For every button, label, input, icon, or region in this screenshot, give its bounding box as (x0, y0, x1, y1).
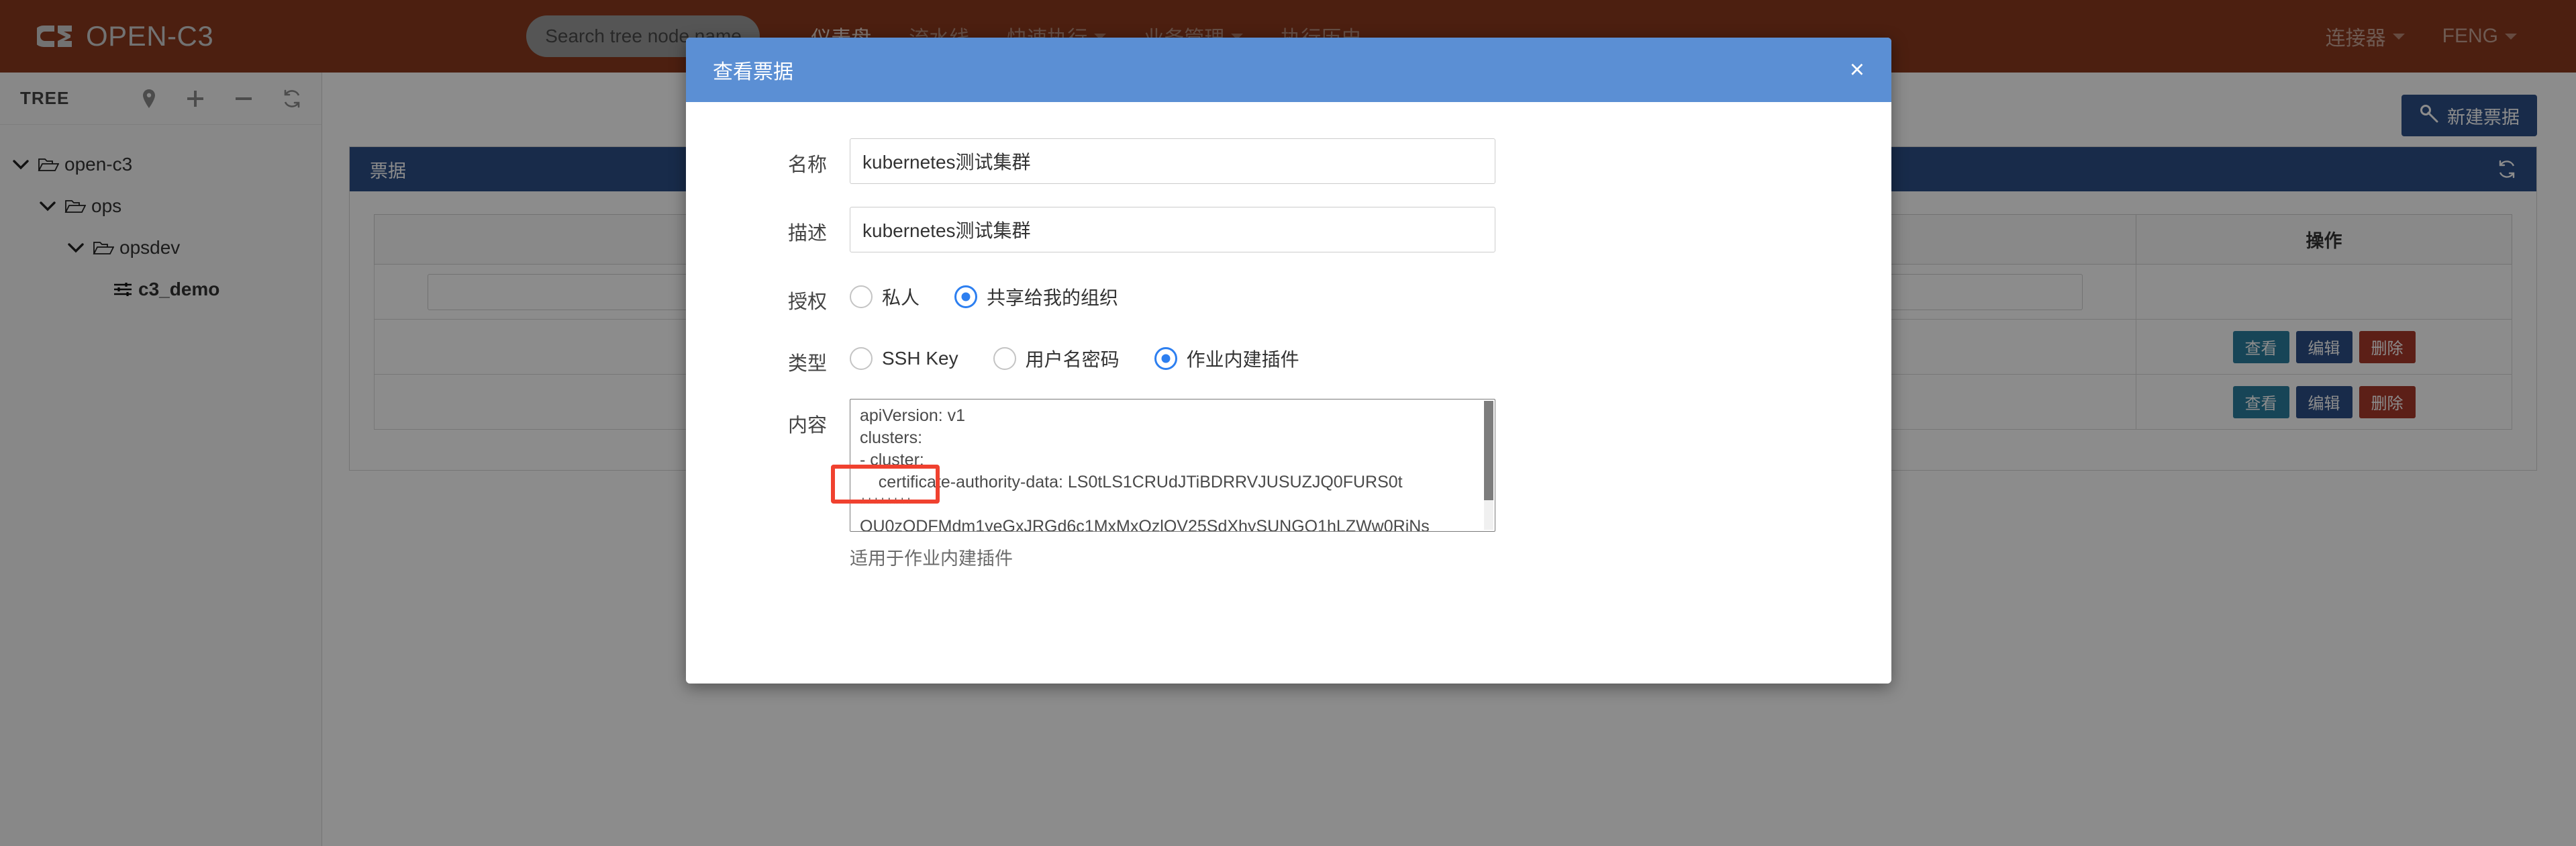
radio-label: 用户名密码 (1025, 349, 1120, 370)
field-row-authorization: 授权 私人 共享给我的组织 (728, 275, 1850, 314)
type-label: 类型 (787, 353, 827, 375)
modal-body: 名称 描述 授权 私人 共享给我的组织 类型 (686, 102, 1891, 684)
content-textarea[interactable]: apiVersion: v1 clusters: - cluster: cert… (850, 399, 1495, 532)
view-credential-modal: 查看票据 × 名称 描述 授权 私人 共享给我的组织 (686, 38, 1891, 684)
name-input[interactable] (850, 138, 1495, 184)
field-row-content: 内容 apiVersion: v1 clusters: - cluster: c… (728, 399, 1850, 570)
radio-auth-shared[interactable]: 共享给我的组织 (954, 283, 1118, 310)
radio-label: SSH Key (882, 348, 958, 369)
field-row-description: 描述 (728, 207, 1850, 252)
textarea-scrollbar[interactable] (1484, 401, 1493, 530)
radio-type-builtin-plugin[interactable]: 作业内建插件 (1154, 345, 1299, 372)
content-hint: 适用于作业内建插件 (850, 549, 1013, 569)
radio-circle-icon (850, 347, 873, 370)
radio-label: 私人 (882, 287, 920, 308)
radio-label: 共享给我的组织 (987, 287, 1119, 308)
modal-title: 查看票据 (713, 61, 793, 83)
type-radio-group: SSH Key 用户名密码 作业内建插件 (850, 337, 1334, 372)
content-label: 内容 (787, 415, 827, 436)
radio-label: 作业内建插件 (1186, 349, 1299, 370)
radio-circle-selected-icon (1154, 347, 1177, 370)
field-row-type: 类型 SSH Key 用户名密码 作业内建插件 (728, 337, 1850, 376)
radio-circle-icon (850, 285, 873, 308)
description-label: 描述 (787, 223, 827, 244)
radio-circle-icon (993, 347, 1016, 370)
radio-auth-private[interactable]: 私人 (850, 283, 920, 310)
name-label: 名称 (787, 154, 827, 176)
field-row-name: 名称 (728, 138, 1850, 184)
close-icon[interactable]: × (1850, 57, 1865, 83)
modal-header: 查看票据 × (686, 38, 1891, 102)
description-input[interactable] (850, 207, 1495, 252)
scrollbar-thumb[interactable] (1484, 401, 1493, 500)
content-wrapper: apiVersion: v1 clusters: - cluster: cert… (831, 399, 1495, 570)
authorization-radio-group: 私人 共享给我的组织 (850, 275, 1153, 310)
radio-circle-selected-icon (954, 285, 978, 308)
authorization-label: 授权 (787, 291, 827, 313)
radio-type-ssh-key[interactable]: SSH Key (850, 347, 958, 370)
radio-type-username-password[interactable]: 用户名密码 (993, 345, 1120, 372)
